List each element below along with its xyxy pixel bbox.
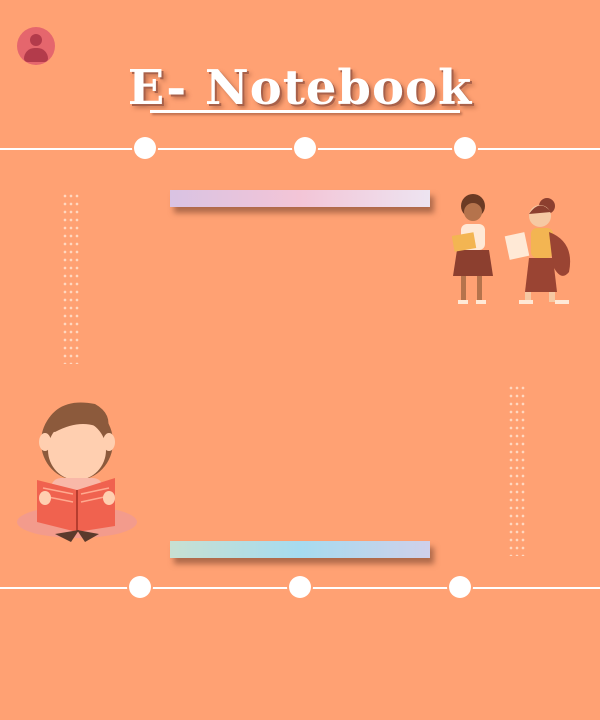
page-title: E- Notebook [127, 60, 473, 116]
bottom-divider: ✎ [0, 576, 600, 600]
divider-dot [449, 576, 471, 598]
dot-pattern-left [62, 192, 80, 364]
avatar-head [30, 34, 42, 46]
pencil-icon: ✎ [297, 578, 309, 594]
reading-child-illustration [17, 402, 137, 542]
divider-dot [454, 137, 476, 159]
top-gradient-bar [170, 190, 430, 207]
top-divider: ✎ [0, 137, 600, 161]
bottom-gradient-bar [170, 541, 430, 558]
divider-dot [134, 137, 156, 159]
pencil-icon: ✎ [302, 139, 314, 155]
dot-pattern-right [508, 384, 526, 556]
students-illustration [451, 194, 571, 304]
divider-dot [129, 576, 151, 598]
title-underline [150, 110, 460, 113]
